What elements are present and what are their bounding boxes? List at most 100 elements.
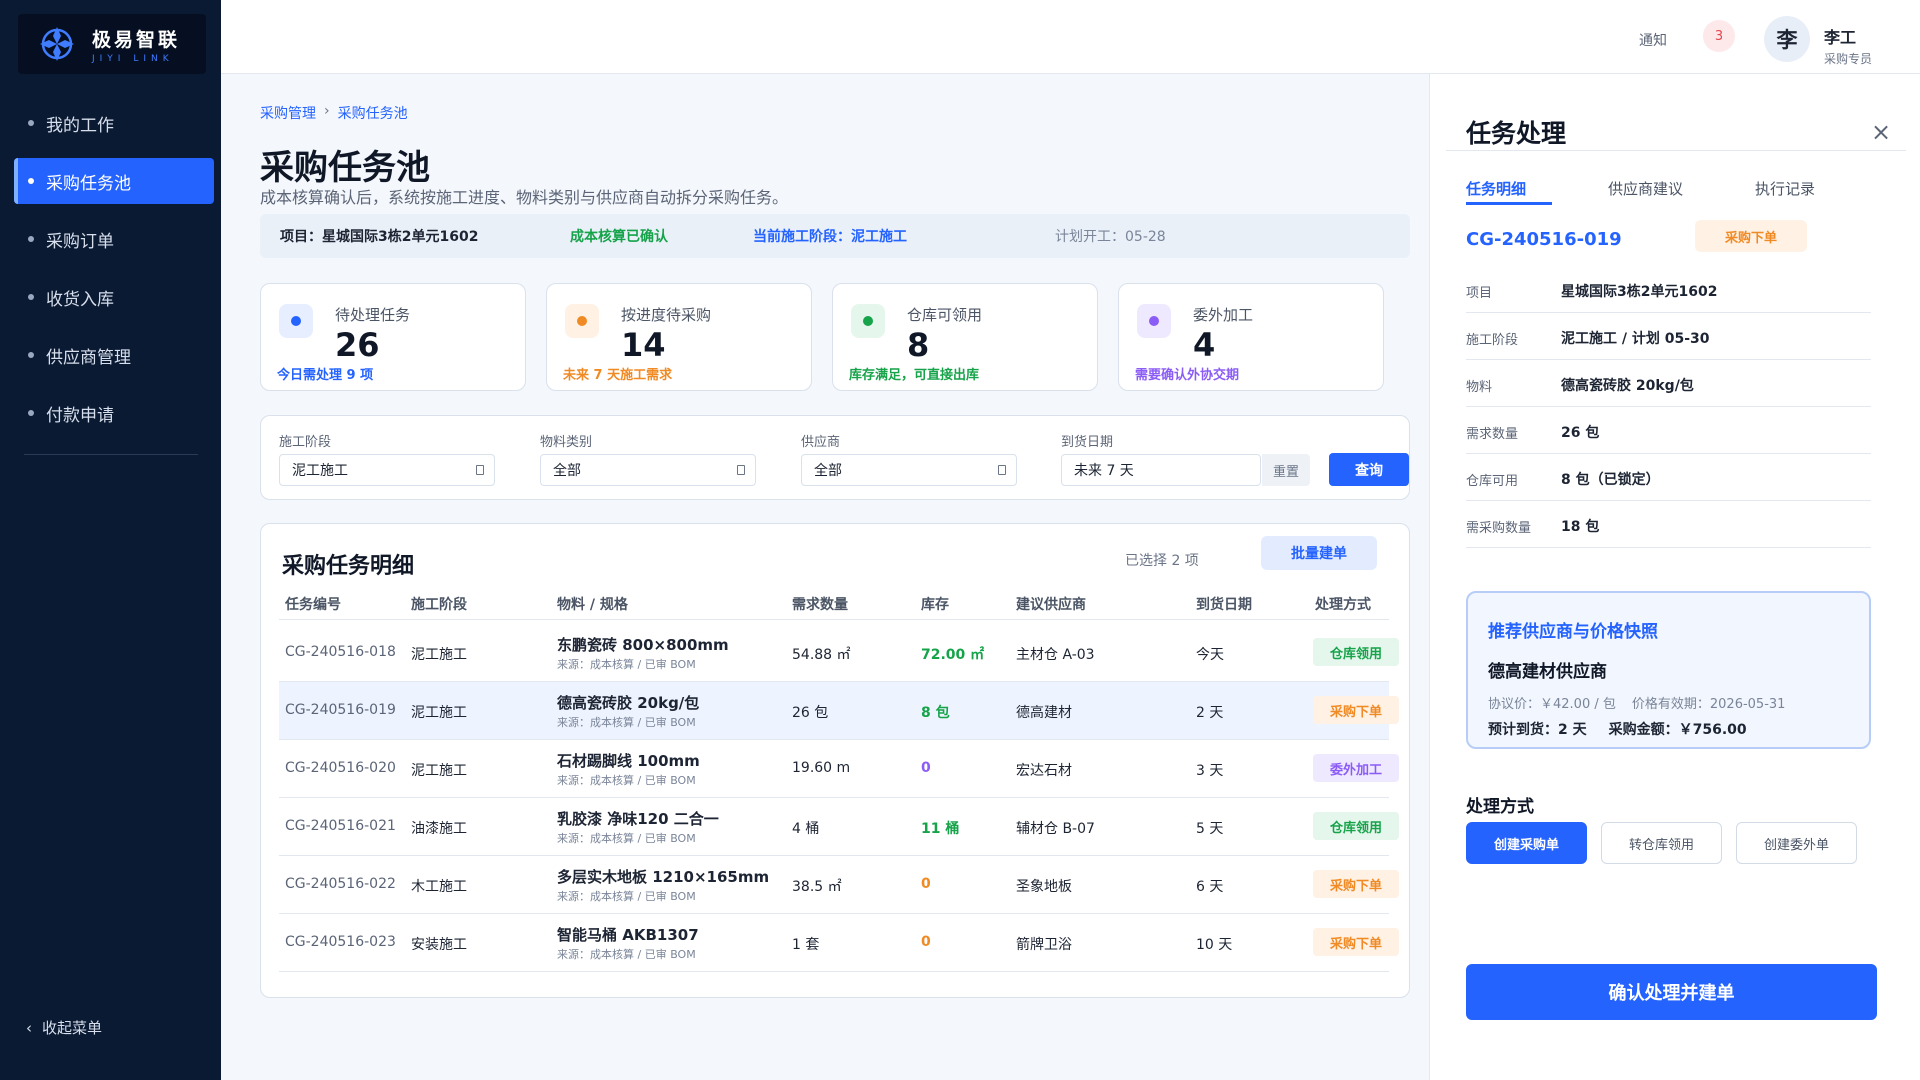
sidebar-item-suppliers[interactable]: 供应商管理 [14,332,214,378]
column-header-stage[interactable]: 施工阶段 [411,594,467,614]
breadcrumb-root[interactable]: 采购管理 [260,103,316,123]
confirm-create-button[interactable]: 确认处理并建单 [1466,964,1877,1020]
sidebar-item-payments[interactable]: 付款申请 [14,390,214,436]
stat-card-warehouse[interactable]: 仓库可领用 8 库存满足，可直接出库 [832,283,1098,391]
sidebar-item-my-work[interactable]: 我的工作 [14,100,214,146]
close-icon[interactable]: × [1871,118,1891,146]
tab-task-detail[interactable]: 任务明细 [1466,178,1526,199]
table-row[interactable]: CG-240516-021 油漆施工 乳胶漆 净味120 二合一 来源：成本核算 / … [279,798,1399,856]
sidebar-item-receiving[interactable]: 收货入库 [14,274,214,320]
detail-row: 施工阶段 泥工施工 / 计划 05-30 [1466,314,1871,360]
task-date: 今天 [1196,647,1224,663]
task-table-card: 采购任务明细 已选择 2 项 批量建单 任务编号 施工阶段 物料 / 规格 需求… [260,523,1410,998]
detail-value: 德高瓷砖胶 20kg/包 [1561,378,1694,394]
table-row[interactable]: CG-240516-019 泥工施工 德高瓷砖胶 20kg/包 来源：成本核算 / 已… [279,682,1399,740]
task-qty: 54.88 ㎡ [792,647,851,663]
table-row[interactable]: CG-240516-020 泥工施工 石材踢脚线 100mm 来源：成本核算 / 已审… [279,740,1399,798]
action-tag[interactable]: 采购下单 [1313,696,1399,724]
sidebar-item-label: 采购任务池 [46,173,131,194]
user-info[interactable]: 李工 采购专员 [1824,24,1872,67]
page-subtitle: 成本核算确认后，系统按施工进度、物料类别与供应商自动拆分采购任务。 [260,188,789,207]
column-header-stock[interactable]: 库存 [921,594,949,614]
detail-row: 需求数量 26 包 [1466,408,1871,454]
task-date: 6 天 [1196,879,1224,895]
breadcrumb-current[interactable]: 采购任务池 [338,103,408,123]
stat-value: 26 [335,326,380,364]
table-row[interactable]: CG-240516-023 安装施工 智能马桶 AKB1307 来源：成本核算 / 已… [279,914,1399,972]
task-material: 乳胶漆 净味120 二合一 [557,810,719,828]
notification-badge[interactable]: 3 [1703,20,1735,52]
logo-icon [36,23,78,65]
detail-row: 仓库可用 8 包（已锁定） [1466,455,1871,501]
stat-value: 8 [907,326,930,364]
stat-card-schedule[interactable]: 按进度待采购 14 未来 7 天施工需求 [546,283,812,391]
create-po-button[interactable]: 创建采购单 [1466,822,1587,864]
bullet-icon [28,120,34,126]
sidebar-item-label: 付款申请 [46,405,114,426]
action-tag[interactable]: 采购下单 [1313,870,1399,898]
column-header-qty[interactable]: 需求数量 [792,594,848,614]
filter-bar: 施工阶段 泥工施工 物料类别 全部 供应商 全部 到货日期 未来 7 天 重置 … [260,415,1410,500]
batch-create-button[interactable]: 批量建单 [1261,536,1377,570]
sidebar-item-task-pool[interactable]: 采购任务池 [14,158,214,204]
stat-label: 待处理任务 [335,306,411,324]
action-tag[interactable]: 仓库领用 [1313,812,1399,840]
chevron-down-icon [998,465,1006,475]
table-row[interactable]: CG-240516-022 木工施工 多层实木地板 1210×165mm 来源：成本核… [279,856,1399,914]
collapse-menu-button[interactable]: ‹ 收起菜单 [26,1017,102,1038]
task-id: CG-240516-018 [285,644,396,660]
task-stock: 72.00 ㎡ [921,647,985,663]
sidebar-nav: 我的工作 采购任务池 采购订单 收货入库 供应商管理 付款申请 [0,100,221,448]
create-outsource-button[interactable]: 创建委外单 [1736,822,1857,864]
stat-label: 委外加工 [1193,306,1254,324]
category-select-value: 全部 [553,463,581,479]
action-tag[interactable]: 仓库领用 [1313,638,1399,666]
task-supplier: 箭牌卫浴 [1016,937,1072,953]
action-tag[interactable]: 采购下单 [1313,928,1399,956]
recommend-valid: 价格有效期：2026-05-31 [1631,697,1786,712]
category-select[interactable]: 全部 [540,454,756,486]
column-header-material[interactable]: 物料 / 规格 [557,594,628,614]
stat-label: 按进度待采购 [621,306,712,324]
task-source: 来源：成本核算 / 已审 BOM [557,774,696,787]
task-material: 多层实木地板 1210×165mm [557,868,770,886]
detail-key: 需采购数量 [1466,521,1532,536]
bullet-icon [28,410,34,416]
supplier-select[interactable]: 全部 [801,454,1017,486]
stat-hint: 库存满足，可直接出库 [849,368,980,383]
column-header-action[interactable]: 处理方式 [1315,594,1371,614]
stage-select-value: 泥工施工 [292,463,348,479]
reset-button[interactable]: 重置 [1262,454,1310,486]
notification-link[interactable]: 通知 [1639,30,1667,50]
column-header-id[interactable]: 任务编号 [285,594,341,614]
user-name: 李工 [1824,28,1857,47]
bullet-icon [28,294,34,300]
date-range-input[interactable]: 未来 7 天 [1061,454,1261,486]
recommend-supplier: 德高建材供应商 [1488,662,1607,682]
task-id: CG-240516-019 [285,702,396,718]
sidebar-item-orders[interactable]: 采购订单 [14,216,214,262]
column-header-date[interactable]: 到货日期 [1196,594,1252,614]
stat-card-pending[interactable]: 待处理任务 26 今日需处理 9 项 [260,283,526,391]
table-row[interactable]: CG-240516-018 泥工施工 东鹏瓷砖 800×800mm 来源：成本核算 /… [279,624,1399,682]
task-material: 智能马桶 AKB1307 [557,926,699,944]
task-qty: 26 包 [792,705,829,721]
query-button[interactable]: 查询 [1329,453,1409,486]
filter-label-date: 到货日期 [1061,435,1114,450]
task-material: 石材踢脚线 100mm [557,752,700,770]
brand-logo[interactable]: 极易智联 JIYI LINK [18,14,206,74]
sidebar-divider [24,454,198,455]
brand-name-en: JIYI LINK [92,53,174,64]
tab-supplier-suggest[interactable]: 供应商建议 [1608,178,1683,199]
task-source: 来源：成本核算 / 已审 BOM [557,716,696,729]
stat-card-outsource[interactable]: 委外加工 4 需要确认外协交期 [1118,283,1384,391]
stage-select[interactable]: 泥工施工 [279,454,495,486]
task-supplier: 宏达石材 [1016,763,1072,779]
tab-execution-log[interactable]: 执行记录 [1755,178,1815,199]
action-tag[interactable]: 委外加工 [1313,754,1399,782]
status-dot-icon [565,304,599,338]
avatar[interactable]: 李 [1764,16,1810,62]
warehouse-transfer-button[interactable]: 转仓库领用 [1601,822,1722,864]
column-header-supplier[interactable]: 建议供应商 [1016,594,1086,614]
status-dot-icon [851,304,885,338]
